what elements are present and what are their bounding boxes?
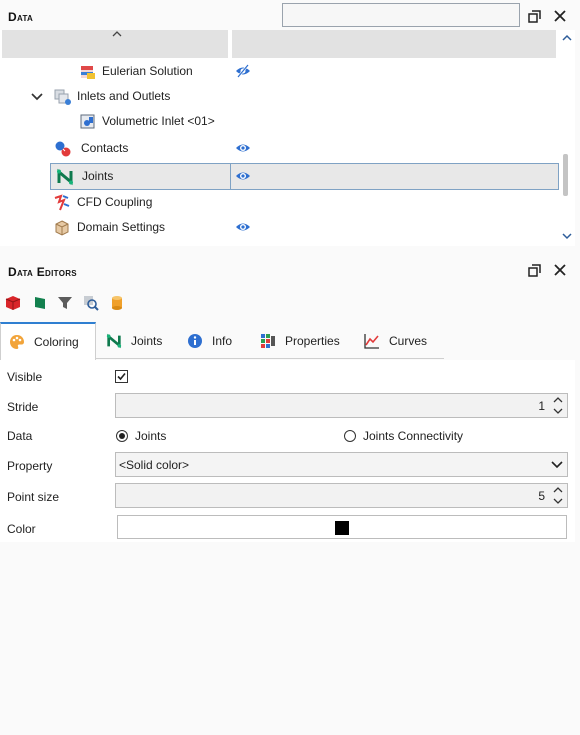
curves-icon — [364, 333, 379, 349]
tree-item-cfd-coupling[interactable]: CFD Coupling — [0, 190, 560, 215]
scroll-down-icon[interactable] — [562, 232, 572, 240]
color-swatch — [335, 521, 349, 535]
volumetric-inlet-icon — [80, 114, 95, 129]
tree-item-eulerian-solution[interactable]: Eulerian Solution — [0, 59, 560, 84]
cylinder-icon[interactable] — [109, 295, 125, 311]
palette-icon — [10, 335, 24, 349]
tab-curves[interactable]: Curves — [364, 322, 440, 359]
sort-ascending-icon — [112, 31, 122, 37]
coloring-form: Visible Stride 1 Data Joints Joints Conn… — [0, 360, 575, 542]
cfd-coupling-icon — [54, 194, 70, 211]
tab-label: Properties — [285, 333, 340, 348]
search-zoom-icon[interactable] — [83, 295, 99, 311]
spin-arrows-icon[interactable] — [552, 485, 564, 506]
data-joints-label: Joints — [135, 429, 167, 443]
float-window-icon[interactable] — [526, 262, 542, 278]
scroll-thumb[interactable] — [563, 154, 568, 196]
data-label: Data — [7, 429, 33, 443]
tab-joints[interactable]: Joints — [106, 322, 176, 359]
data-joints-connectivity-label: Joints Connectivity — [363, 429, 464, 443]
chevron-down-icon[interactable] — [31, 92, 43, 102]
point-size-value: 5 — [538, 489, 545, 503]
inlets-outlets-icon — [54, 89, 71, 105]
float-window-icon[interactable] — [526, 8, 542, 24]
tree-item-label: Contacts — [81, 141, 129, 155]
tab-label: Coloring — [34, 335, 79, 349]
stride-label: Stride — [7, 400, 39, 414]
tab-info[interactable]: Info — [187, 322, 247, 359]
data-panel-title: Data — [8, 10, 34, 24]
tree-item-label: Inlets and Outlets — [77, 89, 171, 103]
property-select[interactable]: <Solid color> — [115, 452, 568, 477]
name-column-header[interactable] — [2, 30, 228, 58]
data-tree: Eulerian Solution Inlets and Outlets Vol… — [0, 30, 575, 246]
tree-item-label: Volumetric Inlet <01> — [102, 114, 215, 128]
domain-settings-icon — [55, 220, 69, 236]
tree-item-label: Domain Settings — [77, 220, 166, 234]
editor-tabs: Coloring Joints Info Properties Curves — [0, 322, 444, 360]
joints-icon — [106, 333, 122, 348]
tab-properties[interactable]: Properties — [260, 322, 350, 359]
scroll-up-icon[interactable] — [562, 34, 572, 42]
check-icon — [117, 372, 126, 381]
tab-label: Curves — [389, 333, 428, 348]
visible-label: Visible — [7, 370, 43, 384]
eulerian-solution-icon — [81, 66, 95, 79]
tree-item-inlets-and-outlets[interactable]: Inlets and Outlets — [0, 84, 560, 109]
property-value: <Solid color> — [119, 458, 190, 472]
data-editors-title: Data Editors — [8, 265, 77, 279]
tree-item-volumetric-inlet[interactable]: Volumetric Inlet <01> — [0, 109, 560, 134]
tree-scrollbar[interactable] — [561, 30, 575, 246]
properties-icon — [261, 333, 275, 348]
data-editors-panel: Data Editors Coloring Joints Info Proper… — [0, 258, 580, 735]
joints-icon — [57, 168, 73, 186]
tab-coloring[interactable]: Coloring — [0, 322, 96, 360]
tree-item-label: Joints — [82, 169, 114, 183]
stride-value: 1 — [538, 399, 545, 413]
tab-label: Joints — [131, 333, 163, 348]
filter-icon[interactable] — [57, 295, 73, 311]
stride-spinbox[interactable]: 1 — [115, 393, 568, 418]
chevron-down-icon — [551, 461, 563, 469]
eye-icon[interactable] — [235, 169, 251, 183]
visible-checkbox[interactable] — [115, 370, 128, 383]
point-size-spinbox[interactable]: 5 — [115, 483, 568, 508]
color-picker-button[interactable] — [117, 515, 567, 539]
tree-item-domain-settings[interactable]: Domain Settings — [0, 215, 560, 240]
spin-arrows-icon[interactable] — [552, 395, 564, 416]
red-cube-icon[interactable] — [5, 295, 21, 311]
color-label: Color — [7, 522, 36, 536]
data-panel: Data Eulerian Solution Inlets and Outlet… — [0, 0, 580, 246]
tab-label: Info — [212, 333, 233, 348]
close-icon[interactable] — [552, 8, 568, 24]
green-flag-icon[interactable] — [32, 295, 48, 311]
eye-icon[interactable] — [235, 141, 251, 155]
data-search-input[interactable] — [282, 3, 520, 27]
contacts-icon — [55, 141, 71, 157]
data-joints-connectivity-radio[interactable] — [344, 430, 356, 442]
eye-icon[interactable] — [235, 220, 251, 234]
close-icon[interactable] — [552, 262, 568, 278]
property-label: Property — [7, 459, 53, 473]
point-size-label: Point size — [7, 490, 60, 504]
tree-item-joints[interactable]: Joints — [0, 164, 560, 189]
tree-item-contacts[interactable]: Contacts — [0, 136, 560, 161]
tree-item-label: Eulerian Solution — [102, 64, 193, 78]
info-icon — [188, 333, 202, 348]
hidden-eye-icon[interactable] — [235, 64, 251, 78]
data-joints-radio[interactable] — [116, 430, 128, 442]
tree-item-label: CFD Coupling — [77, 195, 153, 209]
visibility-column-header[interactable] — [232, 30, 556, 58]
